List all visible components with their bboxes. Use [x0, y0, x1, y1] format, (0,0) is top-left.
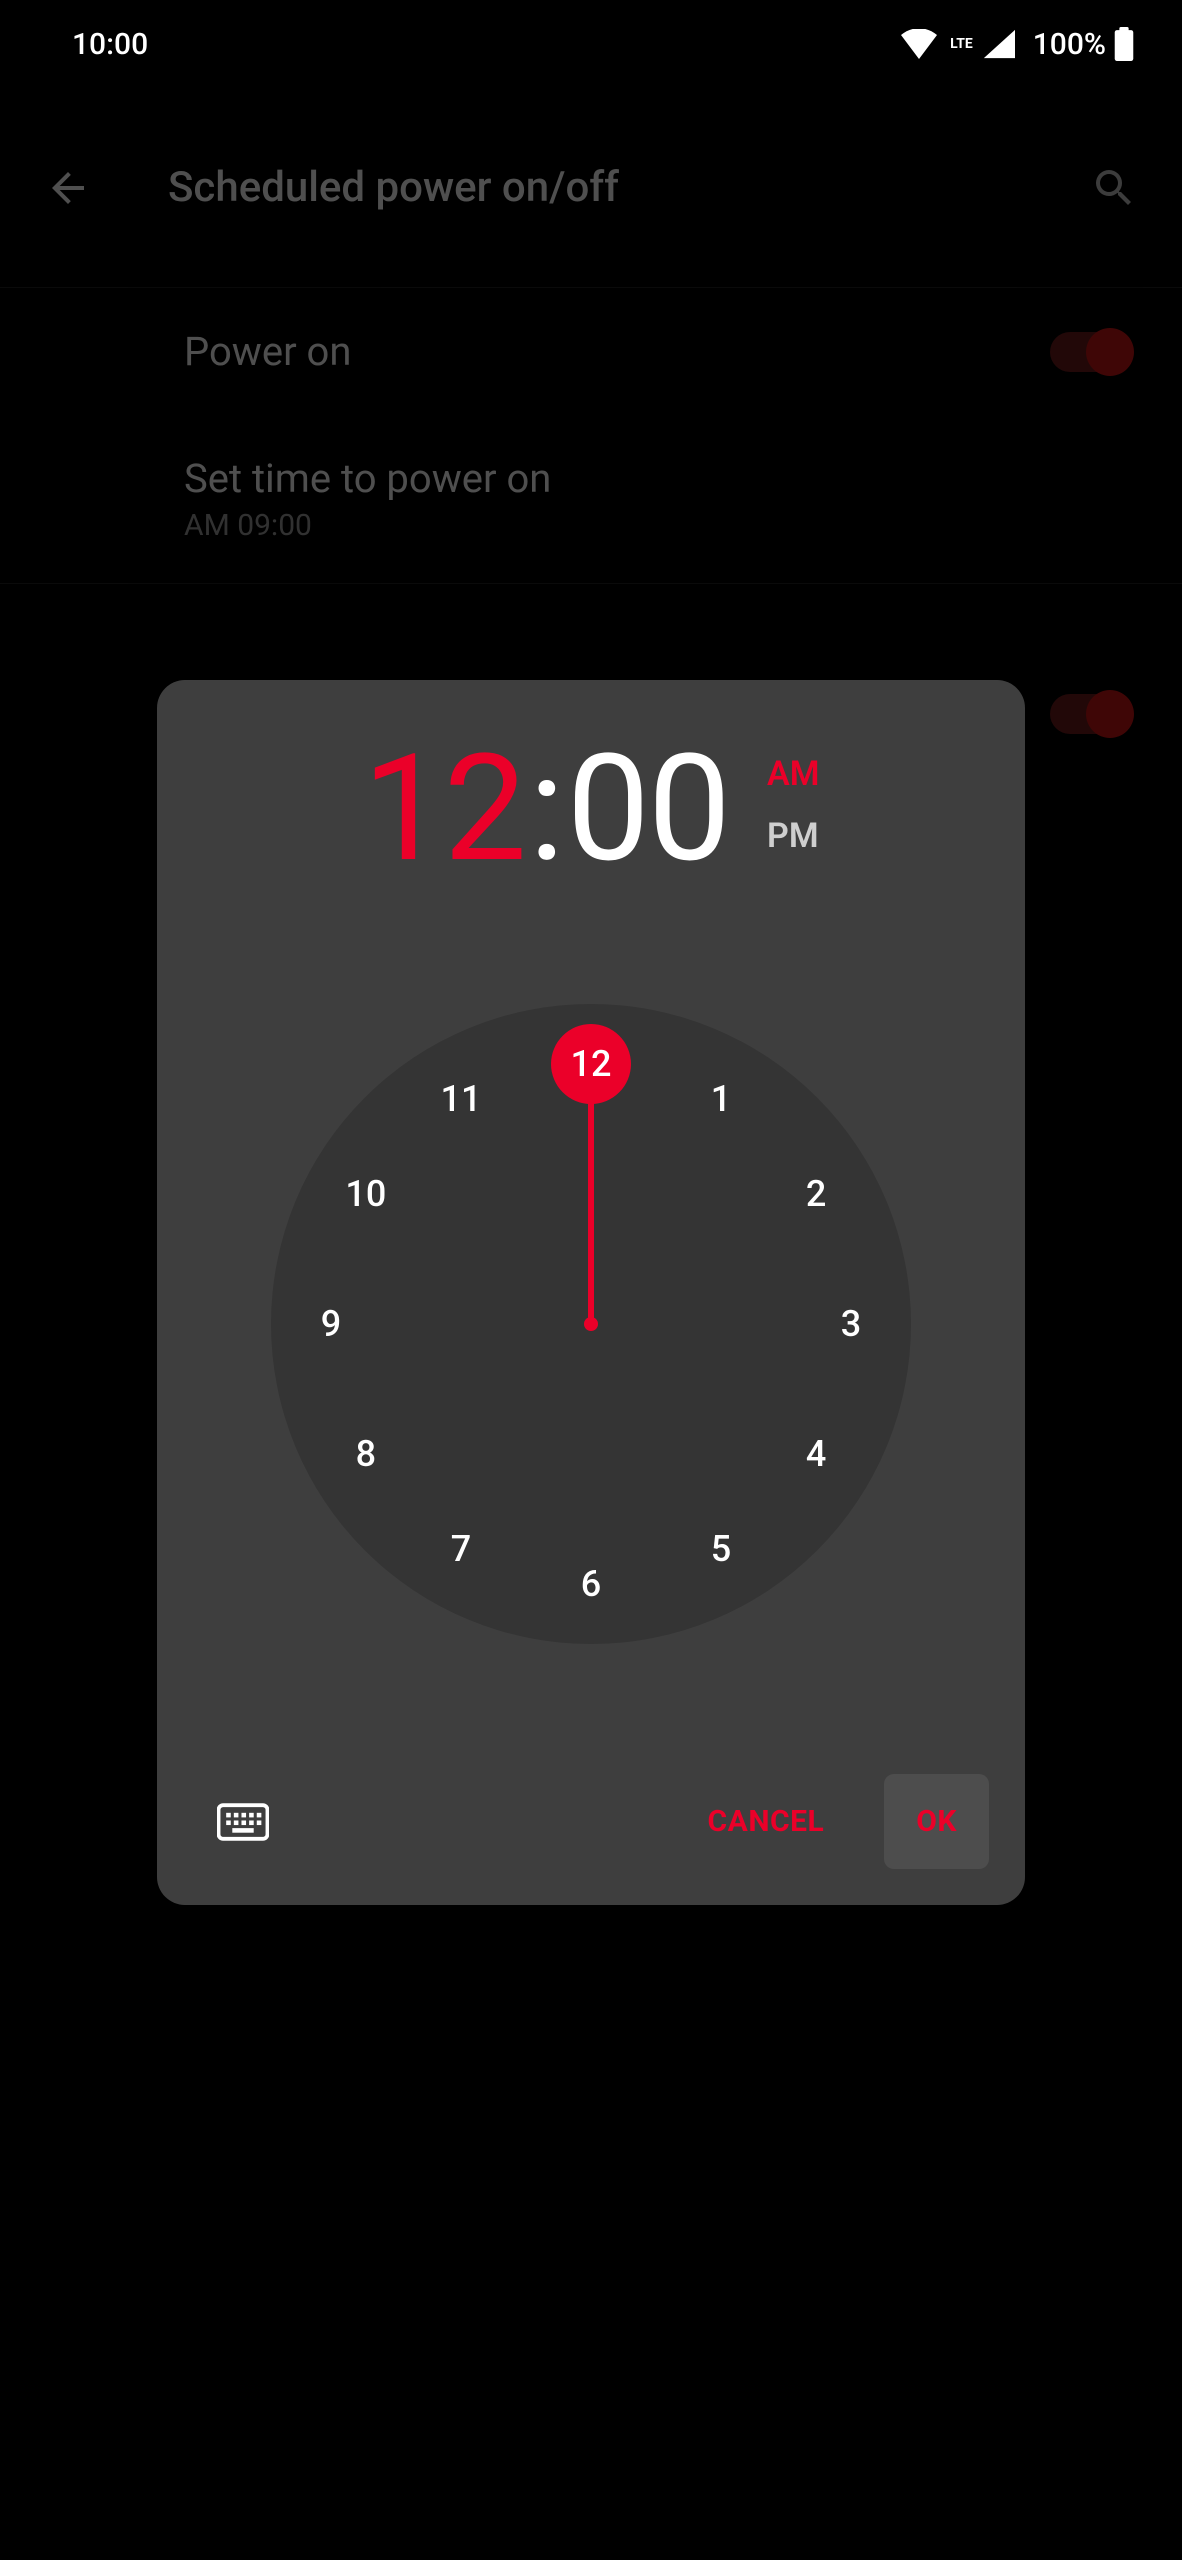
clock-number-1[interactable]: 1	[681, 1059, 761, 1139]
time-colon: :	[529, 736, 563, 884]
hour-value[interactable]: 12	[362, 736, 524, 884]
am-option[interactable]: AM	[767, 754, 819, 794]
cancel-button[interactable]: CANCEL	[672, 1774, 861, 1869]
dialog-footer: CANCEL OK	[193, 1774, 989, 1869]
clock-number-6[interactable]: 6	[551, 1544, 631, 1624]
clock-number-3[interactable]: 3	[811, 1284, 891, 1364]
ampm-selector: AM PM	[767, 754, 819, 856]
clock-number-11[interactable]: 11	[421, 1059, 501, 1139]
time-display: 12 : 00 AM PM	[193, 736, 989, 884]
minute-value[interactable]: 00	[567, 736, 729, 884]
clock-number-9[interactable]: 9	[291, 1284, 371, 1364]
pm-option[interactable]: PM	[767, 816, 819, 856]
clock-number-7[interactable]: 7	[421, 1509, 501, 1589]
clock-number-8[interactable]: 8	[326, 1414, 406, 1494]
clock-number-2[interactable]: 2	[776, 1154, 856, 1234]
clock-number-4[interactable]: 4	[776, 1414, 856, 1494]
time-picker-dialog: 12 : 00 AM PM 12 12 3 45678 9 1011	[157, 680, 1025, 1905]
clock-face[interactable]: 12 12 3 45678 9 1011	[271, 1004, 911, 1644]
clock-center-dot	[584, 1317, 598, 1331]
dialog-scrim: 12 : 00 AM PM 12 12 3 45678 9 1011	[0, 0, 1182, 2560]
ok-button[interactable]: OK	[884, 1774, 989, 1869]
clock-number-10[interactable]: 10	[326, 1154, 406, 1234]
keyboard-icon[interactable]	[205, 1792, 281, 1852]
clock-number-12[interactable]: 12	[551, 1024, 631, 1104]
clock-number-5[interactable]: 5	[681, 1509, 761, 1589]
